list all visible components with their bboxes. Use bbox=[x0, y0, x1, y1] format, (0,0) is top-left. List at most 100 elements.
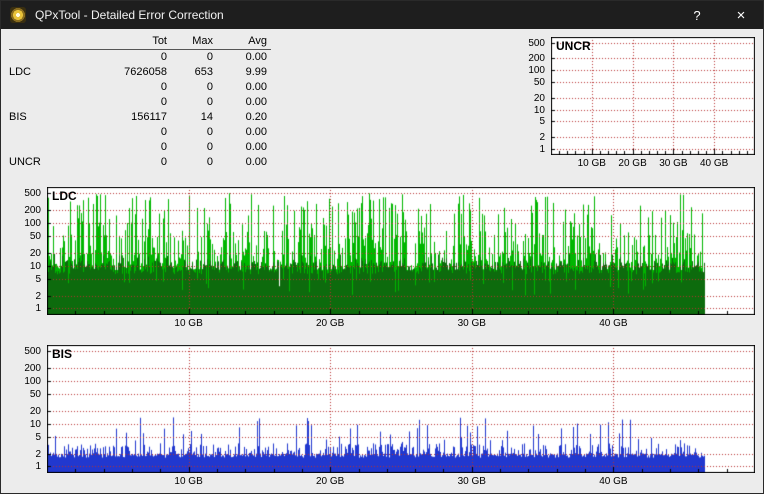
close-button[interactable]: × bbox=[719, 1, 763, 29]
y-axis-label: 200 bbox=[24, 363, 41, 375]
stats-cell-tot: 156117 bbox=[131, 111, 167, 123]
x-axis-label: 10 GB bbox=[174, 476, 203, 487]
y-axis-label: 5 bbox=[35, 431, 41, 443]
window-title: QPxTool - Detailed Error Correction bbox=[35, 8, 224, 22]
y-axis-label: 10 bbox=[29, 418, 41, 430]
x-axis-label: 20 GB bbox=[316, 318, 345, 329]
stats-cell-avg: 0.00 bbox=[245, 156, 267, 168]
titlebar[interactable]: QPxTool - Detailed Error Correction ? × bbox=[1, 1, 763, 29]
stats-row: LDC 7626058 653 9.99 bbox=[9, 65, 271, 80]
y-axis-label: 10 bbox=[29, 260, 41, 272]
stats-cell-tot: 0 bbox=[160, 96, 167, 108]
stats-cell-avg: 9.99 bbox=[245, 66, 267, 78]
stats-cell-tot: 0 bbox=[160, 126, 167, 138]
x-axis-label: 30 GB bbox=[457, 318, 486, 329]
stats-cell-avg: 0.20 bbox=[245, 111, 267, 123]
stats-row: 0 0 0.00 bbox=[9, 140, 271, 155]
y-axis-label: 500 bbox=[528, 37, 545, 49]
bis-chart: 1 2 5 10 20 50 100 200 500 10 GB 20 GB 30 GB 40 GB BI… bbox=[7, 341, 761, 493]
stats-cell-avg: 0.00 bbox=[245, 141, 267, 153]
stats-row: 0 0 0.00 bbox=[9, 80, 271, 95]
y-axis-label: 20 bbox=[29, 247, 41, 259]
y-axis-label: 20 bbox=[29, 405, 41, 417]
y-axis-label: 1 bbox=[35, 461, 41, 473]
stats-cell-tot: 0 bbox=[160, 81, 167, 93]
stats-cell-avg: 0.00 bbox=[245, 51, 267, 63]
chart-title: LDC bbox=[52, 189, 77, 203]
stats-header-row: Tot Max Avg bbox=[9, 34, 271, 50]
chart-title: UNCR bbox=[556, 39, 591, 53]
stats-header-blank bbox=[9, 34, 65, 49]
app-icon bbox=[10, 7, 26, 23]
stats-cell-avg: 0.00 bbox=[245, 96, 267, 108]
y-axis-label: 100 bbox=[24, 218, 41, 230]
stats-cell-label bbox=[9, 80, 65, 95]
stats-cell-tot: 0 bbox=[160, 156, 167, 168]
y-axis-label: 100 bbox=[24, 376, 41, 388]
ldc-plot-canvas bbox=[47, 187, 755, 315]
stats-cell-label bbox=[9, 140, 65, 155]
stats-cell-avg: 0.00 bbox=[245, 81, 267, 93]
uncr-plot-canvas bbox=[551, 37, 755, 155]
stats-cell-label: UNCR bbox=[9, 156, 41, 168]
y-axis-label: 1 bbox=[35, 303, 41, 315]
y-axis-label: 2 bbox=[35, 290, 41, 302]
stats-cell-max: 0 bbox=[206, 156, 213, 168]
ldc-chart: 1 2 5 10 20 50 100 200 500 10 GB 20 GB 30 GB 40 GB LD… bbox=[7, 183, 761, 339]
x-axis-label: 40 GB bbox=[700, 158, 729, 169]
stats-cell-max: 0 bbox=[206, 141, 213, 153]
stats-cell-tot: 7626058 bbox=[124, 66, 167, 78]
y-axis-label: 200 bbox=[24, 205, 41, 217]
y-axis-label: 50 bbox=[29, 230, 41, 242]
x-axis-label: 40 GB bbox=[599, 318, 628, 329]
stats-header-tot: Tot bbox=[152, 35, 167, 47]
stats-cell-max: 0 bbox=[206, 96, 213, 108]
x-axis-label: 20 GB bbox=[316, 476, 345, 487]
stats-cell-label bbox=[9, 125, 65, 140]
stats-cell-label bbox=[9, 95, 65, 110]
stats-cell-label: LDC bbox=[9, 66, 32, 78]
stats-row: 0 0 0.00 bbox=[9, 95, 271, 110]
y-axis-label: 50 bbox=[29, 388, 41, 400]
stats-cell-tot: 0 bbox=[160, 51, 167, 63]
bis-plot-canvas bbox=[47, 345, 755, 473]
x-axis-label: 20 GB bbox=[618, 158, 647, 169]
x-axis-label: 10 GB bbox=[577, 158, 606, 169]
x-axis-label: 30 GB bbox=[457, 476, 486, 487]
y-axis-label: 500 bbox=[24, 188, 41, 200]
stats-row: 0 0 0.00 bbox=[9, 125, 271, 140]
stats-cell-label: BIS bbox=[9, 111, 27, 123]
stats-cell-tot: 0 bbox=[160, 141, 167, 153]
y-axis-label: 50 bbox=[533, 77, 545, 89]
stats-cell-max: 653 bbox=[194, 66, 213, 78]
y-axis-label: 10 bbox=[533, 104, 545, 116]
stats-row: 0 0 0.00 bbox=[9, 50, 271, 65]
y-axis-label: 100 bbox=[528, 65, 545, 77]
stats-cell-max: 0 bbox=[206, 81, 213, 93]
stats-cell-max: 0 bbox=[206, 126, 213, 138]
qpxtool-window: QPxTool - Detailed Error Correction ? × … bbox=[0, 0, 764, 494]
y-axis-label: 2 bbox=[35, 448, 41, 460]
stats-row: BIS 156117 14 0.20 bbox=[9, 110, 271, 125]
uncr-chart: 1 2 5 10 20 50 100 200 500 10 GB 20 GB 30 GB 40 GB UN… bbox=[525, 31, 763, 181]
y-axis-label: 200 bbox=[528, 53, 545, 65]
stats-cell-avg: 0.00 bbox=[245, 126, 267, 138]
y-axis-label: 1 bbox=[539, 143, 545, 155]
stats-cell-max: 14 bbox=[200, 111, 213, 123]
y-axis-label: 500 bbox=[24, 346, 41, 358]
x-axis-label: 40 GB bbox=[599, 476, 628, 487]
stats-header-avg: Avg bbox=[248, 35, 267, 47]
chart-title: BIS bbox=[52, 347, 73, 361]
help-button[interactable]: ? bbox=[675, 1, 719, 29]
y-axis-label: 5 bbox=[35, 273, 41, 285]
stats-cell-max: 0 bbox=[206, 51, 213, 63]
y-axis-label: 2 bbox=[539, 132, 545, 144]
stats-header-max: Max bbox=[192, 35, 213, 47]
x-axis-label: 30 GB bbox=[659, 158, 688, 169]
y-axis-label: 20 bbox=[533, 92, 545, 104]
stats-table: Tot Max Avg 0 0 0.00 LDC 7626058 653 9.99 0 0 0.00 0 0… bbox=[9, 34, 271, 170]
y-axis-label: 5 bbox=[539, 116, 545, 128]
x-axis-label: 10 GB bbox=[174, 318, 203, 329]
stats-cell-label bbox=[9, 50, 65, 65]
stats-row: UNCR 0 0 0.00 bbox=[9, 155, 271, 170]
